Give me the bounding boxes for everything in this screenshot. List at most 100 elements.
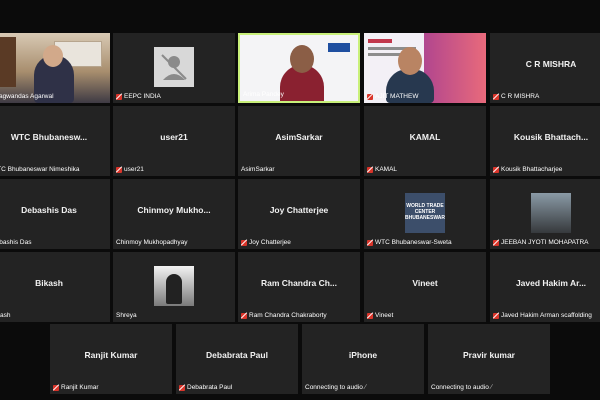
participant-label-text: user21 [124, 166, 144, 173]
participant-name-label: user21 [116, 166, 232, 173]
participant-name-label: Ram Chandra Chakraborty [241, 312, 357, 319]
participant-tile-crmishra[interactable]: C R MISHRA C R MISHRA [490, 33, 600, 103]
participant-label-text: Chinmoy Mukhopadhyay [116, 239, 188, 246]
participant-name-label: Debashis Das [0, 239, 107, 246]
participant-name-label: C R MISHRA [493, 93, 600, 100]
participant-display-name: Kousik Bhattach... [513, 132, 589, 142]
participant-label-text: EEPC INDIA [124, 93, 161, 100]
participant-name-label: Connecting to audio ∕ [431, 384, 547, 391]
wtc-logo-text: WORLD TRADE CENTER BHUBANESWAR [405, 203, 445, 221]
participant-tile-ajit[interactable]: AJIT MATHEW [364, 33, 486, 103]
participant-tile-jeeban[interactable]: JEEBAN JYOTI MOHAPATRA [490, 179, 600, 249]
microphone-muted-icon [241, 312, 247, 319]
microphone-muted-icon [53, 384, 59, 391]
participant-label-text: WTC Bhubaneswar Nimeshika [0, 166, 80, 173]
participant-name-label: Kousik Bhattacharjee [493, 166, 600, 173]
participant-display-name: Ranjit Kumar [84, 350, 138, 360]
microphone-muted-icon [493, 312, 499, 319]
participant-name-label: Joy Chatterjee [241, 239, 357, 246]
participant-label-text: Kousik Bhattacharjee [501, 166, 563, 173]
microphone-muted-icon [241, 239, 247, 246]
participant-label-text: AJIT MATHEW [375, 93, 419, 100]
participant-label-text: Javed Hakim Arman scaffolding [501, 312, 592, 319]
participant-label-text: Debabrata Paul [187, 384, 233, 391]
participant-label-text: WTC Bhubaneswar-Sweta [375, 239, 452, 246]
participant-name-label: Chinmoy Mukhopadhyay [116, 239, 232, 246]
participant-label-text: Shreya [116, 312, 137, 319]
participant-display-name: iPhone [348, 350, 378, 360]
participant-label-text: Bhagwandas Agarwal [0, 93, 54, 100]
participant-name-label: Bikash [0, 312, 107, 319]
participant-tile-shreya[interactable]: Shreya [113, 252, 235, 322]
participant-display-name: KAMAL [409, 132, 441, 142]
participant-label-text: Bikash [0, 312, 11, 319]
participant-label-text: Ram Chandra Chakraborty [249, 312, 327, 319]
microphone-muted-icon [493, 93, 499, 100]
participant-tile-kamal[interactable]: KAMAL KAMAL [364, 106, 486, 176]
participant-label-text: C R MISHRA [501, 93, 540, 100]
participant-label-text: KAMAL [375, 166, 398, 173]
participant-name-label: Bhagwandas Agarwal [0, 93, 107, 100]
participant-tile-wtcsweta[interactable]: WORLD TRADE CENTER BHUBANESWAR WTC Bhuban… [364, 179, 486, 249]
participant-tile-arima[interactable]: Arima Pandey [238, 33, 360, 103]
participant-display-name: AsimSarkar [275, 132, 323, 142]
participant-tile-ranjit[interactable]: Ranjit Kumar Ranjit Kumar [50, 324, 172, 394]
participant-display-name: WTC Bhubanesw... [10, 132, 88, 142]
participant-display-name: Debashis Das [21, 205, 77, 215]
participant-tile-chinmoy[interactable]: Chinmoy Mukho... Chinmoy Mukhopadhyay [113, 179, 235, 249]
participant-display-name: C R MISHRA [525, 59, 577, 69]
profile-picture [154, 47, 194, 87]
participant-label-text: Connecting to audio [305, 384, 363, 391]
participant-display-name: Vineet [412, 278, 438, 288]
participant-tile-debabrata[interactable]: Debabrata Paul Debabrata Paul [176, 324, 298, 394]
participant-name-label: WTC Bhubaneswar-Sweta [367, 239, 483, 246]
participant-tile-eepc[interactable]: EEPC INDIA [113, 33, 235, 103]
participant-label-text: Debashis Das [0, 239, 32, 246]
participant-tile-joy[interactable]: Joy Chatterjee Joy Chatterjee [238, 179, 360, 249]
participant-display-name: Chinmoy Mukho... [137, 205, 211, 215]
microphone-muted-icon [493, 239, 499, 246]
participant-name-label: WTC Bhubaneswar Nimeshika [0, 166, 107, 173]
participant-tile-vineet[interactable]: Vineet Vineet [364, 252, 486, 322]
participant-name-label: KAMAL [367, 166, 483, 173]
participant-tile-debashis[interactable]: Debashis Das Debashis Das [0, 179, 110, 249]
participant-display-name: Bikash [35, 278, 63, 288]
participant-tile-kousik[interactable]: Kousik Bhattach... Kousik Bhattacharjee [490, 106, 600, 176]
participant-tile-javed[interactable]: Javed Hakim Ar... Javed Hakim Arman scaff… [490, 252, 600, 322]
microphone-muted-icon [367, 239, 373, 246]
participant-name-label: JEEBAN JYOTI MOHAPATRA [493, 239, 600, 246]
microphone-muted-icon [179, 384, 185, 391]
participant-name-label: Connecting to audio ∕ [305, 384, 421, 391]
participant-tile-user21[interactable]: user21 user21 [113, 106, 235, 176]
profile-picture [154, 266, 194, 306]
participant-label-text: Connecting to audio [431, 384, 489, 391]
participant-tile-bikash[interactable]: Bikash Bikash [0, 252, 110, 322]
participant-tile-asim[interactable]: AsimSarkar AsimSarkar [238, 106, 360, 176]
participant-display-name: Debabrata Paul [206, 350, 268, 360]
audio-connecting-icon: ∕ [364, 384, 366, 391]
microphone-muted-icon [367, 166, 373, 173]
participant-tile-pravir[interactable]: Pravir kumar Connecting to audio ∕ [428, 324, 550, 394]
participant-name-label: Arima Pandey [243, 91, 355, 98]
participant-tile-iphone[interactable]: iPhone Connecting to audio ∕ [302, 324, 424, 394]
participant-tile-bhagwandas[interactable]: Bhagwandas Agarwal [0, 33, 110, 103]
microphone-muted-icon [116, 93, 122, 100]
profile-picture [531, 193, 571, 233]
participant-display-name: Ram Chandra Ch... [260, 278, 338, 288]
profile-picture: WORLD TRADE CENTER BHUBANESWAR [405, 193, 445, 233]
participant-name-label: Debabrata Paul [179, 384, 295, 391]
participant-name-label: AJIT MATHEW [367, 93, 483, 100]
participant-display-name: Pravir kumar [463, 350, 515, 360]
participant-tile-wtcnim[interactable]: WTC Bhubanesw... WTC Bhubaneswar Nimeshik… [0, 106, 110, 176]
participant-label-text: AsimSarkar [241, 166, 275, 173]
participant-display-name: Javed Hakim Ar... [515, 278, 587, 288]
audio-connecting-icon: ∕ [490, 384, 492, 391]
participant-display-name: user21 [160, 132, 188, 142]
participant-label-text: JEEBAN JYOTI MOHAPATRA [501, 239, 589, 246]
participant-name-label: Shreya [116, 312, 232, 319]
participant-name-label: Ranjit Kumar [53, 384, 169, 391]
microphone-muted-icon [367, 93, 373, 100]
participant-name-label: EEPC INDIA [116, 93, 232, 100]
microphone-muted-icon [116, 166, 122, 173]
participant-tile-ramchandra[interactable]: Ram Chandra Ch... Ram Chandra Chakraborty [238, 252, 360, 322]
